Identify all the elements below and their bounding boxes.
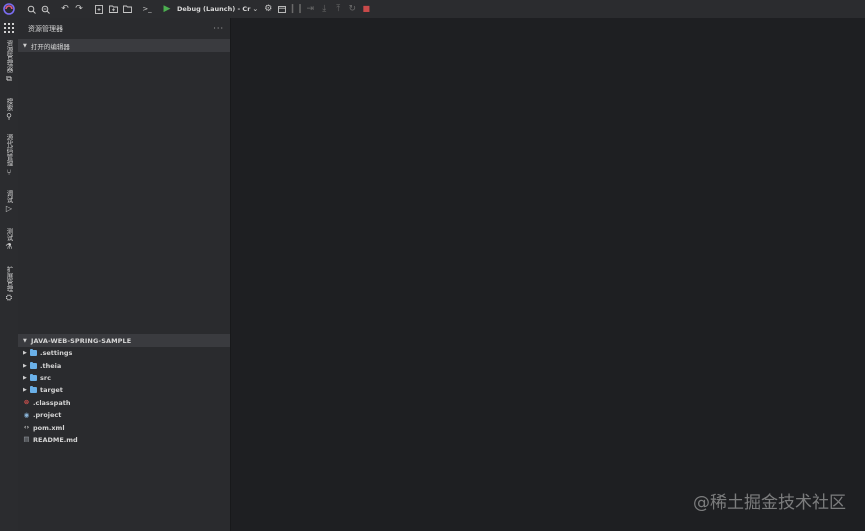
open-editors-header[interactable]: ▼ 打开的编辑器 — [18, 39, 230, 52]
explorer-sidebar: 资源管理器 ··· ▼ 打开的编辑器 ▼ JAVA-WEB-SPRING-SAM… — [18, 18, 230, 531]
activity-test[interactable]: 测试 ⚗ — [0, 228, 18, 251]
activity-debug-label: 调试 — [5, 190, 13, 203]
extensions-icon: ⛭ — [5, 293, 13, 302]
chevron-right-icon: ▶ — [23, 362, 27, 369]
activity-search[interactable]: 搜索 ⚲ — [0, 98, 18, 121]
tree-item-src[interactable]: ▶ src — [18, 372, 230, 384]
chevron-right-icon: ▶ — [23, 387, 27, 394]
debug-config-select[interactable]: Debug (Launch) - Cr ⌄ — [174, 3, 261, 15]
open-editors-label: 打开的编辑器 — [30, 42, 70, 51]
tree-item-readme[interactable]: ▤ README.md — [18, 434, 230, 446]
tree-item-label: .classpath — [33, 398, 71, 407]
project-section: ▼ JAVA-WEB-SPRING-SAMPLE ▶ .settings ▶ .… — [18, 334, 230, 446]
zoom-icon[interactable] — [38, 2, 52, 16]
files-icon: ⧉ — [6, 73, 12, 83]
folder-icon — [30, 349, 37, 357]
more-actions-icon[interactable]: ··· — [213, 24, 224, 33]
activity-source-control-label: 源代码管理 — [5, 134, 13, 167]
open-folder-icon[interactable] — [120, 2, 134, 16]
tree-item-classpath[interactable]: ⊜ .classpath — [18, 397, 230, 409]
activity-extensions[interactable]: 扩展管理 ⛭ — [0, 266, 18, 302]
step-into-icon[interactable]: ⤓ — [317, 2, 331, 16]
tree-item-theia[interactable]: ▶ .theia — [18, 359, 230, 371]
redo-icon[interactable]: ↷ — [72, 2, 86, 16]
explorer-header: 资源管理器 ··· — [18, 18, 230, 39]
chevron-right-icon: ▶ — [23, 350, 27, 357]
project-label: JAVA-WEB-SPRING-SAMPLE — [30, 336, 132, 345]
tree-item-label: README.md — [33, 435, 78, 444]
tree-item-target[interactable]: ▶ target — [18, 384, 230, 396]
activity-test-label: 测试 — [5, 228, 13, 241]
source-control-icon: ⑂ — [6, 167, 12, 177]
top-toolbar: ↶ ↷ >_ ▶ Debug (Launch) - Cr ⌄ ⚙ ❙❙ ⇥ ⤓ … — [0, 0, 865, 18]
menu-grid-icon[interactable] — [4, 23, 14, 33]
debug-config-label: Debug (Launch) - Cr — [177, 5, 251, 13]
xml-file-icon: ‹› — [23, 423, 30, 432]
pause-icon[interactable]: ❙❙ — [289, 2, 304, 16]
activity-extensions-label: 扩展管理 — [5, 266, 13, 292]
tree-item-settings[interactable]: ▶ .settings — [18, 347, 230, 359]
tree-item-label: pom.xml — [33, 423, 65, 432]
run-icon[interactable]: ▶ — [160, 2, 174, 16]
tree-item-label: src — [40, 373, 51, 382]
folder-icon — [30, 386, 37, 394]
search-icon: ⚲ — [6, 112, 12, 121]
project-file-icon: ◉ — [23, 410, 30, 419]
new-folder-icon[interactable] — [106, 2, 120, 16]
debug-console-icon[interactable] — [275, 2, 289, 16]
activity-source-control[interactable]: 源代码管理 ⑂ — [0, 134, 18, 177]
chevron-down-icon: ⌄ — [252, 5, 259, 13]
chevron-down-icon: ▼ — [23, 42, 27, 49]
restart-icon[interactable]: ↻ — [345, 2, 359, 16]
activity-bar: 资源管理器 ⧉ 搜索 ⚲ 源代码管理 ⑂ 调试 ▷ 测试 ⚗ 扩展管理 ⛭ — [0, 18, 18, 531]
activity-debug[interactable]: 调试 ▷ — [0, 190, 18, 213]
tree-item-label: .settings — [40, 349, 73, 358]
tree-item-pom[interactable]: ‹› pom.xml — [18, 421, 230, 433]
chevron-right-icon: ▶ — [23, 374, 27, 381]
project-header[interactable]: ▼ JAVA-WEB-SPRING-SAMPLE — [18, 334, 230, 347]
editor-area[interactable] — [230, 18, 865, 531]
markdown-file-icon: ▤ — [23, 435, 30, 444]
classpath-file-icon: ⊜ — [23, 398, 30, 407]
terminal-icon[interactable]: >_ — [140, 2, 154, 16]
search-icon[interactable] — [24, 2, 38, 16]
debug-icon: ▷ — [5, 204, 13, 213]
activity-explorer-label: 资源管理器 — [5, 40, 13, 73]
folder-icon — [30, 361, 37, 369]
debug-settings-icon[interactable]: ⚙ — [261, 2, 275, 16]
tree-item-label: target — [40, 386, 63, 395]
file-tree: ▶ .settings ▶ .theia ▶ src ▶ target ⊜ .c… — [18, 347, 230, 446]
activity-explorer[interactable]: 资源管理器 ⧉ — [0, 40, 18, 83]
undo-icon[interactable]: ↶ — [58, 2, 72, 16]
chevron-down-icon: ▼ — [23, 337, 27, 344]
step-over-icon[interactable]: ⇥ — [303, 2, 317, 16]
step-out-icon[interactable]: ⤒ — [331, 2, 345, 16]
tree-item-label: .project — [33, 411, 62, 420]
tree-item-project[interactable]: ◉ .project — [18, 409, 230, 421]
folder-icon — [30, 373, 37, 381]
activity-search-label: 搜索 — [5, 98, 13, 111]
app-logo-icon — [0, 0, 18, 18]
watermark: @稀土掘金技术社区 — [693, 493, 846, 513]
test-icon: ⚗ — [5, 242, 13, 251]
tree-item-label: .theia — [40, 361, 62, 370]
new-file-icon[interactable] — [92, 2, 106, 16]
stop-icon[interactable]: ■ — [359, 2, 373, 16]
explorer-title: 资源管理器 — [28, 24, 63, 33]
open-editors-section: ▼ 打开的编辑器 — [18, 39, 230, 52]
